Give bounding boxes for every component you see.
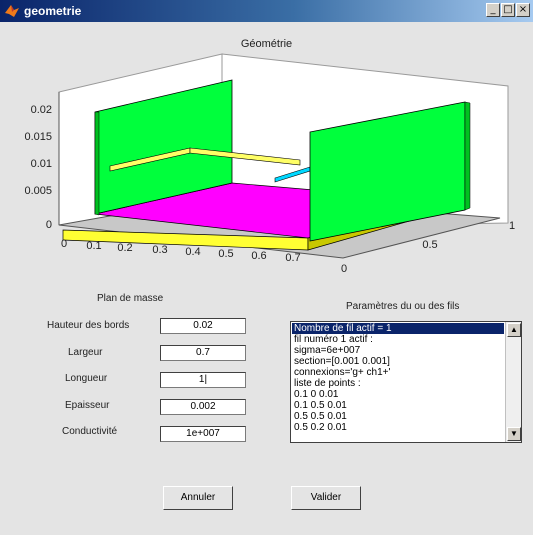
list-item[interactable]: section=[0.001 0.001] — [292, 356, 504, 367]
matlab-icon — [5, 5, 19, 17]
title-bar[interactable]: geometrie _ □ × — [0, 0, 533, 22]
list-item[interactable]: liste de points : — [292, 378, 504, 389]
scroll-up-icon[interactable]: ▲ — [507, 323, 521, 337]
window-title: geometrie — [24, 4, 82, 18]
x-tick-label: 0.3 — [152, 244, 167, 256]
geometry-3d-plot[interactable]: 0.02 0.015 0.01 0.005 0 0 0.1 0.2 0.3 0.… — [0, 22, 533, 282]
conductivite-input[interactable]: 1e+007 — [160, 426, 246, 442]
list-item[interactable]: sigma=6e+007 — [292, 345, 504, 356]
y-tick-label: 1 — [509, 220, 515, 232]
epaisseur-input[interactable]: 0.002 — [160, 399, 246, 415]
x-tick-label: 0.1 — [86, 240, 101, 252]
list-item[interactable]: Nombre de fil actif = 1 — [292, 323, 504, 334]
largeur-input[interactable]: 0.7 — [160, 345, 246, 361]
maximize-button[interactable]: □ — [501, 3, 515, 17]
z-tick-label: 0 — [46, 219, 52, 231]
ground-plane-heading: Plan de masse — [97, 293, 164, 304]
list-item[interactable]: 0.1 0.5 0.01 — [292, 400, 504, 411]
ok-button[interactable]: Valider — [291, 486, 361, 510]
list-item[interactable]: 0.5 0.2 0.01 — [292, 422, 504, 433]
longueur-input[interactable]: 1| — [160, 372, 246, 388]
list-scrollbar[interactable]: ▲ ▼ — [505, 322, 521, 442]
list-item[interactable]: 0.5 0.5 0.01 — [292, 411, 504, 422]
list-item[interactable]: connexions='g+ ch1+' — [292, 367, 504, 378]
y-tick-label: 0.5 — [422, 239, 437, 251]
z-tick-label: 0.02 — [31, 104, 52, 116]
right-wall-side — [464, 101, 471, 211]
x-tick-label: 0.5 — [218, 248, 233, 260]
x-tick-label: 0.7 — [285, 252, 300, 264]
left-wall-side — [94, 111, 100, 216]
list-item[interactable]: fil numéro 1 actif : — [292, 334, 504, 345]
x-tick-label: 0 — [61, 238, 67, 250]
x-tick-label: 0.2 — [117, 242, 132, 254]
z-tick-label: 0.005 — [24, 185, 52, 197]
wire-params-listbox[interactable]: Nombre de fil actif = 1 fil numéro 1 act… — [290, 321, 522, 443]
z-tick-label: 0.015 — [24, 131, 52, 143]
wire-params-items: Nombre de fil actif = 1 fil numéro 1 act… — [292, 323, 504, 433]
field-label-hauteur: Hauteur des bords — [47, 320, 130, 331]
wire-params-heading: Paramètres du ou des fils — [346, 301, 460, 312]
scroll-down-icon[interactable]: ▼ — [507, 427, 521, 441]
geometrie-window: geometrie _ □ × Géométrie 0.02 0.015 0.0… — [0, 0, 533, 535]
field-label-conductivite: Conductivité — [62, 426, 118, 437]
hauteur-input[interactable]: 0.02 — [160, 318, 246, 334]
cancel-button[interactable]: Annuler — [163, 486, 233, 510]
close-button[interactable]: × — [516, 3, 530, 17]
list-item[interactable]: 0.1 0 0.01 — [292, 389, 504, 400]
minimize-button[interactable]: _ — [486, 3, 500, 17]
field-label-longueur: Longueur — [65, 373, 108, 384]
field-label-largeur: Largeur — [68, 347, 103, 358]
y-tick-label: 0 — [341, 263, 347, 275]
x-tick-label: 0.4 — [185, 246, 200, 258]
x-tick-label: 0.6 — [251, 250, 266, 262]
z-tick-label: 0.01 — [31, 158, 52, 170]
field-label-epaisseur: Epaisseur — [65, 400, 110, 411]
